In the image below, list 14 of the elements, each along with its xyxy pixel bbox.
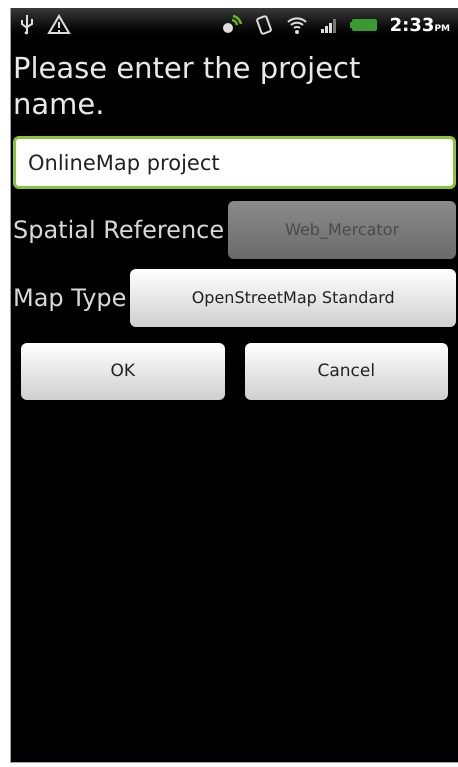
field-label: Spatial Reference [13,215,224,246]
prompt-text: Please enter the project name. [13,50,362,122]
usb-icon [19,14,35,36]
signal-icon [320,17,338,33]
warning-icon [47,14,71,36]
dialog-button[interactable]: Cancel [244,343,448,400]
clock-time: 2:33 [390,14,434,38]
field-label: Map Type [13,283,126,314]
dropdown-button[interactable]: OpenStreetMap Standard [130,269,456,327]
project-name-field[interactable]: OnlineMap project [13,136,456,189]
battery-icon [350,18,378,32]
wifi-icon [286,15,308,35]
dialog-button[interactable]: OK [21,343,224,400]
clock-period: PM [434,22,450,36]
